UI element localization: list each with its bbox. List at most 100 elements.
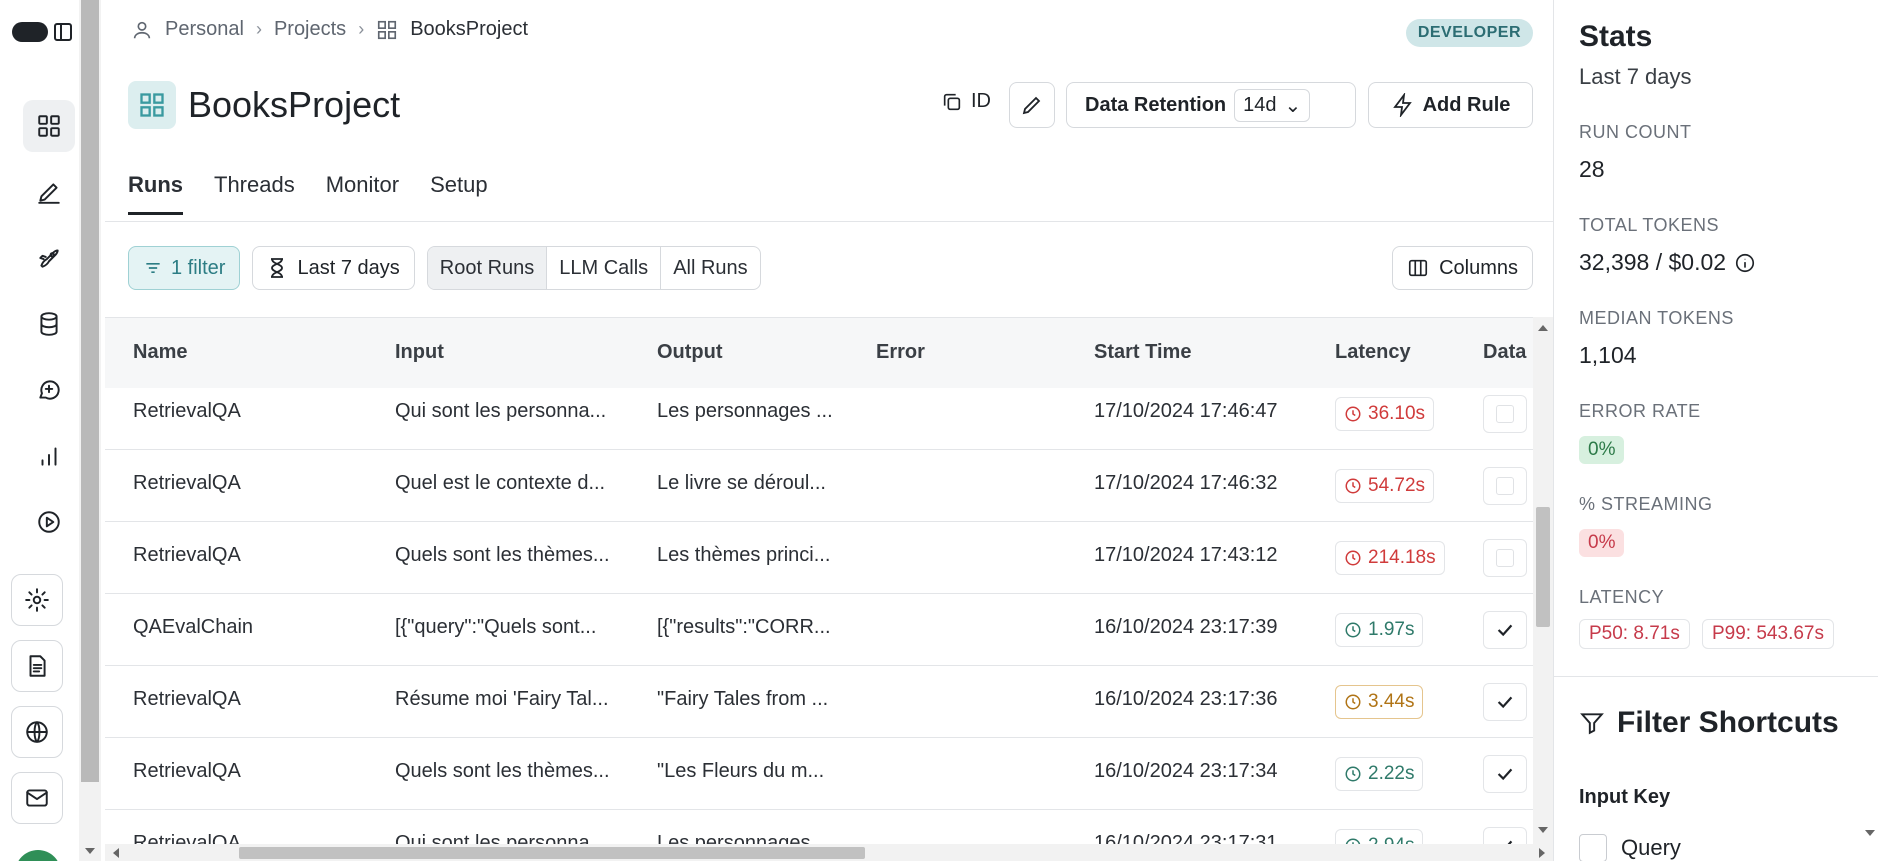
info-icon[interactable] (1734, 252, 1756, 274)
latency-value: 1.97s (1368, 619, 1415, 640)
run-start-time: 17/10/2024 17:43:12 (1094, 544, 1278, 566)
lightning-icon (1392, 93, 1412, 117)
scroll-right-arrow-icon[interactable] (1539, 848, 1545, 858)
dataset-checkbox[interactable] (1483, 683, 1527, 721)
scroll-down-arrow-icon[interactable] (1865, 830, 1875, 836)
run-start-time: 16/10/2024 23:17:39 (1094, 616, 1278, 638)
run-name[interactable]: RetrievalQA (133, 760, 241, 783)
nav-datasets-database-icon[interactable] (23, 298, 75, 350)
stats-title: Stats (1579, 20, 1653, 53)
total-tokens-value: 32,398 / $0.02 (1579, 249, 1727, 275)
latency-badge: 3.44s (1335, 685, 1424, 719)
table-vertical-scrollbar[interactable] (1533, 317, 1553, 852)
run-name[interactable]: RetrievalQA (133, 688, 241, 711)
query-checkbox[interactable] (1579, 834, 1607, 861)
table-row[interactable]: RetrievalQA Quel est le contexte d... Le l… (105, 450, 1533, 522)
nav-monitor-barchart-icon[interactable] (23, 430, 75, 482)
main-content: Personal › Projects › BooksProject DEVEL… (105, 0, 1553, 861)
run-input: Quel est le contexte d... (395, 472, 606, 494)
run-name[interactable]: QAEvalChain (133, 616, 253, 639)
tab-setup[interactable]: Setup (430, 172, 488, 215)
segment-llm-calls[interactable]: LLM Calls (547, 247, 662, 289)
nav-playground-play-icon[interactable] (23, 496, 75, 548)
run-input: Quels sont les thèmes... (395, 544, 610, 566)
filter-button[interactable]: 1 filter (128, 246, 241, 290)
app-logo[interactable] (12, 20, 72, 44)
page-scrollbar-thumb[interactable] (81, 0, 99, 782)
scroll-down-arrow-icon[interactable] (1538, 827, 1548, 833)
add-rule-button[interactable]: Add Rule (1368, 82, 1533, 128)
col-error[interactable]: Error (876, 341, 925, 364)
run-name[interactable]: RetrievalQA (133, 400, 241, 423)
input-key-option[interactable]: Query (1579, 834, 1681, 861)
breadcrumb-personal[interactable]: Personal (165, 18, 244, 41)
nav-mail-icon[interactable] (11, 772, 63, 824)
table-row[interactable]: QAEvalChain [{"query":"Quels sont... [{"re… (105, 594, 1533, 666)
col-output[interactable]: Output (657, 341, 723, 364)
dataset-checkbox[interactable] (1483, 539, 1527, 577)
table-row[interactable]: RetrievalQA Quels sont les thèmes... "Les … (105, 738, 1533, 810)
table-hscroll-thumb[interactable] (239, 847, 865, 859)
sidebar-toggle-icon[interactable] (54, 23, 72, 41)
nav-settings-gear-icon[interactable] (11, 574, 63, 626)
query-option-label: Query (1621, 835, 1681, 860)
run-name[interactable]: RetrievalQA (133, 544, 241, 567)
run-name[interactable]: RetrievalQA (133, 472, 241, 495)
table-row[interactable]: RetrievalQA Qui sont les personna... Les p… (105, 378, 1533, 450)
copy-id-button[interactable]: ID (941, 90, 991, 113)
input-key-label: Input Key (1579, 786, 1671, 808)
nav-deployments-rocket-icon[interactable] (23, 232, 75, 284)
col-input[interactable]: Input (395, 341, 444, 364)
clock-icon (1345, 406, 1361, 422)
breadcrumb-current: BooksProject (410, 18, 529, 40)
run-input: [{"query":"Quels sont... (395, 616, 597, 638)
data-retention-select[interactable]: 14d ⌄ (1234, 88, 1311, 122)
scroll-down-arrow-icon[interactable] (85, 848, 95, 854)
nav-docs-document-icon[interactable] (11, 640, 63, 692)
table-row[interactable]: RetrievalQA Résume moi 'Fairy Tal... "Fair… (105, 666, 1533, 738)
segment-all-runs[interactable]: All Runs (661, 247, 759, 289)
segment-root-runs[interactable]: Root Runs (427, 247, 548, 289)
dataset-checkbox[interactable] (1483, 395, 1527, 433)
stats-divider (1554, 676, 1878, 677)
total-tokens-label: TOTAL TOKENS (1579, 215, 1720, 235)
scroll-left-arrow-icon[interactable] (113, 848, 119, 858)
time-range-button[interactable]: Last 7 days (252, 246, 415, 290)
dataset-checkbox[interactable] (1483, 755, 1527, 793)
copy-icon (943, 93, 961, 110)
nav-prompts-chat-plus-icon[interactable] (23, 364, 75, 416)
table-scrollbar-thumb[interactable] (1536, 507, 1550, 627)
runs-toolbar: 1 filter Last 7 days Root Runs LLM Calls… (128, 246, 761, 290)
breadcrumb-separator: › (255, 19, 262, 39)
col-start-time[interactable]: Start Time (1094, 341, 1191, 364)
dataset-checkbox[interactable] (1483, 467, 1527, 505)
col-dataset[interactable]: Data (1483, 341, 1533, 364)
columns-button[interactable]: Columns (1392, 246, 1533, 290)
nav-globe-icon[interactable] (11, 706, 63, 758)
empty-checkbox (1496, 405, 1514, 423)
col-latency[interactable]: Latency (1335, 341, 1411, 364)
check-icon (1497, 624, 1513, 637)
add-rule-label: Add Rule (1422, 93, 1511, 116)
edit-project-button[interactable] (1009, 82, 1055, 128)
dataset-checkbox[interactable] (1483, 611, 1527, 649)
filter-lines-icon (146, 263, 160, 273)
latency-p50-badge: P50: 8.71s (1579, 619, 1690, 649)
tab-threads[interactable]: Threads (214, 172, 295, 215)
filter-shortcuts-heading: Filter Shortcuts (1579, 706, 1839, 740)
scroll-up-arrow-icon[interactable] (1538, 325, 1548, 331)
col-name[interactable]: Name (133, 341, 187, 364)
nav-projects-icon[interactable] (23, 100, 75, 152)
stats-scrollbar[interactable] (1860, 0, 1878, 861)
tab-runs[interactable]: Runs (128, 172, 183, 215)
breadcrumb-projects[interactable]: Projects (274, 18, 346, 41)
run-output: "Fairy Tales from ... (657, 688, 829, 710)
table-row[interactable]: RetrievalQA Quels sont les thèmes... Les t… (105, 522, 1533, 594)
tab-monitor[interactable]: Monitor (326, 172, 399, 215)
data-retention-control[interactable]: Data Retention 14d ⌄ (1066, 82, 1356, 128)
page-scrollbar[interactable] (79, 0, 101, 861)
table-horizontal-scrollbar[interactable] (105, 844, 1553, 861)
left-nav (0, 0, 79, 861)
avatar[interactable] (15, 850, 61, 861)
nav-annotate-pencil-icon[interactable] (23, 166, 75, 218)
